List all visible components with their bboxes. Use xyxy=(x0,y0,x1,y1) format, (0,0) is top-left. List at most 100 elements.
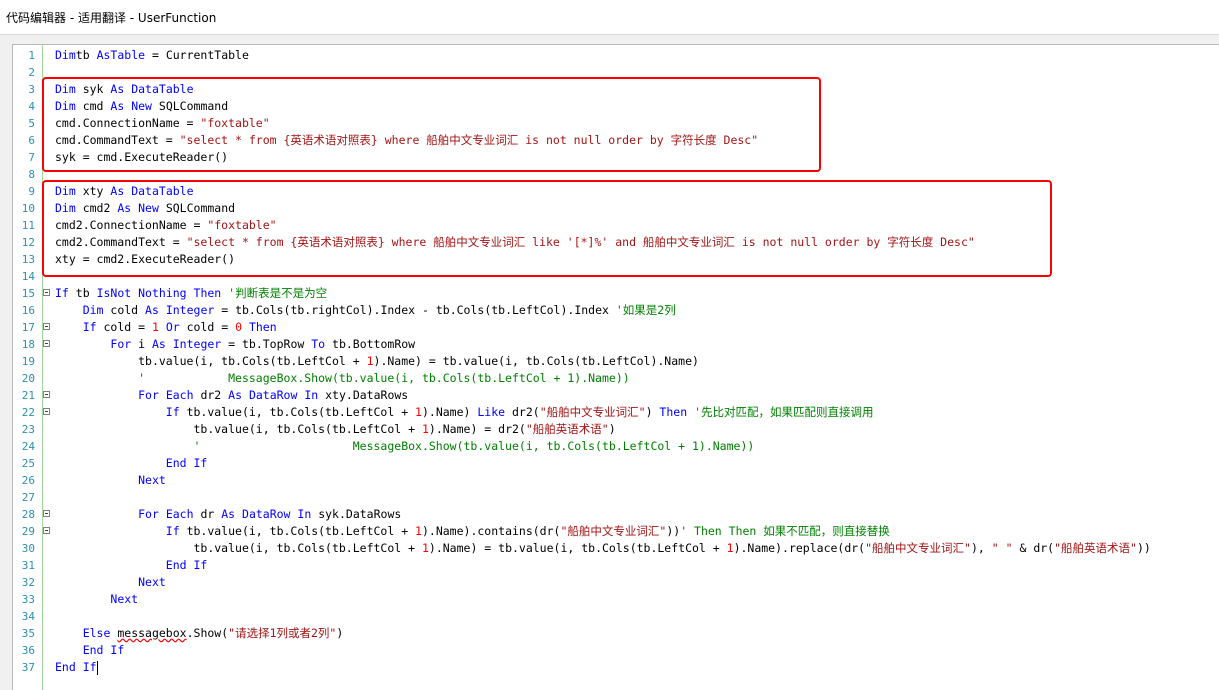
code-text: If tb.value(i, tb.Cols(tb.LeftCol + 1).N… xyxy=(55,404,874,421)
line-number: 7 xyxy=(28,151,35,164)
keyword-token: Each xyxy=(165,507,194,521)
code-line[interactable]: 13 xty = cmd2.ExecuteReader() xyxy=(13,251,1219,268)
code-line[interactable]: 12 cmd2.CommandText = "select * from {英语术… xyxy=(13,234,1219,251)
keyword-token: IsNot xyxy=(96,286,132,300)
code-token: = CurrentTable xyxy=(145,48,249,62)
code-line[interactable]: 9 Dim xty As DataTable xyxy=(13,183,1219,200)
collapse-toggle-icon[interactable] xyxy=(43,323,50,330)
code-text: Dim xty As DataTable xyxy=(55,183,194,200)
collapse-toggle-icon[interactable] xyxy=(43,527,50,534)
line-number: 32 xyxy=(21,576,35,589)
line-number: 1 xyxy=(28,49,35,62)
line-number: 19 xyxy=(21,355,35,368)
code-line[interactable]: 6 cmd.CommandText = "select * from {英语术语对… xyxy=(13,132,1219,149)
error-token: messagebox xyxy=(117,626,187,640)
code-line[interactable]: 35 Else messagebox.Show("请选择1列或者2列") xyxy=(13,625,1219,642)
string-token: "船舶中文专业词汇" xyxy=(865,541,971,555)
code-line[interactable]: 29 If tb.value(i, tb.Cols(tb.LeftCol + 1… xyxy=(13,523,1219,540)
keyword-token: In xyxy=(304,388,319,402)
collapse-toggle-icon[interactable] xyxy=(43,391,50,398)
collapse-toggle-icon[interactable] xyxy=(43,510,50,517)
text-caret xyxy=(96,660,98,675)
code-line[interactable]: 24 ' MessageBox.Show(tb.value(i, tb.Cols… xyxy=(13,438,1219,455)
code-token: cold = xyxy=(179,320,236,334)
keyword-token: Dim xyxy=(82,303,104,317)
number-token: 1 xyxy=(726,541,734,555)
code-text: syk = cmd.ExecuteReader() xyxy=(55,149,228,166)
collapse-toggle-icon[interactable] xyxy=(43,289,50,296)
line-number: 31 xyxy=(21,559,35,572)
code-line[interactable]: 30 tb.value(i, tb.Cols(tb.LeftCol + 1).N… xyxy=(13,540,1219,557)
code-line[interactable]: 18 For i As Integer = tb.TopRow To tb.Bo… xyxy=(13,336,1219,353)
code-line[interactable]: 25 End If xyxy=(13,455,1219,472)
code-line[interactable]: 2 xyxy=(13,64,1219,81)
line-number: 25 xyxy=(21,457,35,470)
code-token: ) xyxy=(608,422,616,436)
code-text: cmd2.CommandText = "select * from {英语术语对… xyxy=(55,234,975,251)
code-line[interactable]: 22 If tb.value(i, tb.Cols(tb.LeftCol + 1… xyxy=(13,404,1219,421)
code-line[interactable]: 34 xyxy=(13,608,1219,625)
code-token: cmd.CommandText = xyxy=(55,133,180,147)
collapse-toggle-icon[interactable] xyxy=(43,340,50,347)
code-text: tb.value(i, tb.Cols(tb.LeftCol + 1).Name… xyxy=(55,421,616,438)
code-line[interactable]: 7 syk = cmd.ExecuteReader() xyxy=(13,149,1219,166)
code-line[interactable]: 28 For Each dr As DataRow In syk.DataRow… xyxy=(13,506,1219,523)
code-token: tb.value(i, tb.Cols(tb.LeftCol + xyxy=(193,541,422,555)
keyword-token: As xyxy=(145,303,159,317)
code-text: ' MessageBox.Show(tb.value(i, tb.Cols(tb… xyxy=(55,438,754,455)
code-line[interactable]: 17 If cold = 1 Or cold = 0 Then xyxy=(13,319,1219,336)
keyword-token: End If xyxy=(82,643,125,657)
title-bar: 代码编辑器 - 适用翻译 - UserFunction xyxy=(0,0,1219,35)
line-number: 9 xyxy=(28,185,35,198)
code-line[interactable]: 11 cmd2.ConnectionName = "foxtable" xyxy=(13,217,1219,234)
code-line[interactable]: 3 Dim syk As DataTable xyxy=(13,81,1219,98)
code-line[interactable]: 14 xyxy=(13,268,1219,285)
code-line[interactable]: 26 Next xyxy=(13,472,1219,489)
code-token: tb xyxy=(75,48,97,62)
string-token: "船舶中文专业词汇" xyxy=(560,524,667,538)
collapse-toggle-icon[interactable] xyxy=(43,408,50,415)
string-token: "船舶英语术语" xyxy=(525,422,609,436)
code-line[interactable]: 16 Dim cold As Integer = tb.Cols(tb.righ… xyxy=(13,302,1219,319)
code-editor[interactable]: 1 Dimtb AsTable = CurrentTable 2 3 Dim syk A… xyxy=(13,45,1219,690)
line-number: 11 xyxy=(21,219,35,232)
code-line[interactable]: 27 xyxy=(13,489,1219,506)
code-line[interactable]: 19 tb.value(i, tb.Cols(tb.LeftCol + 1).N… xyxy=(13,353,1219,370)
code-line[interactable]: 8 xyxy=(13,166,1219,183)
code-token: = tb.TopRow xyxy=(221,337,312,351)
code-line[interactable]: 31 End If xyxy=(13,557,1219,574)
code-line[interactable]: 32 Next xyxy=(13,574,1219,591)
keyword-token: As xyxy=(117,201,132,215)
code-token: xty xyxy=(75,184,111,198)
code-text: For i As Integer = tb.TopRow To tb.Botto… xyxy=(55,336,415,353)
code-line[interactable]: 36 End If xyxy=(13,642,1219,659)
code-token: xty = cmd2.ExecuteReader() xyxy=(55,252,236,266)
line-number: 14 xyxy=(21,270,35,283)
code-line[interactable]: 1 Dimtb AsTable = CurrentTable xyxy=(13,47,1219,64)
code-line[interactable]: 33 Next xyxy=(13,591,1219,608)
keyword-token: Nothing xyxy=(138,286,187,300)
code-line[interactable]: 21 For Each dr2 As DataRow In xty.DataRo… xyxy=(13,387,1219,404)
code-line[interactable]: 5 cmd.ConnectionName = "foxtable" xyxy=(13,115,1219,132)
number-token: 1 xyxy=(415,524,422,538)
string-token: "船舶中文专业词汇" xyxy=(539,405,646,419)
keyword-token: As xyxy=(151,337,166,351)
code-line[interactable]: 37 End If xyxy=(13,659,1219,676)
code-line[interactable]: 10 Dim cmd2 As New SQLCommand xyxy=(13,200,1219,217)
code-line[interactable]: 15 If tb IsNot Nothing Then '判断表是不是为空 xyxy=(13,285,1219,302)
keyword-token: Each xyxy=(165,388,194,402)
keyword-token: Dim xyxy=(55,201,76,215)
code-token: cmd2.ConnectionName = xyxy=(55,218,208,232)
keyword-token: If xyxy=(165,524,180,538)
code-token: tb.value(i, tb.Cols(tb.LeftCol + xyxy=(138,354,367,368)
code-line[interactable]: 20 ' MessageBox.Show(tb.value(i, tb.Cols… xyxy=(13,370,1219,387)
code-editor-frame[interactable]: 1 Dimtb AsTable = CurrentTable 2 3 Dim syk A… xyxy=(12,44,1219,690)
code-line[interactable]: 4 Dim cmd As New SQLCommand xyxy=(13,98,1219,115)
line-number: 5 xyxy=(28,117,35,130)
code-line[interactable]: 23 tb.value(i, tb.Cols(tb.LeftCol + 1).N… xyxy=(13,421,1219,438)
code-text: cmd.CommandText = "select * from {英语术语对照… xyxy=(55,132,758,149)
line-number: 37 xyxy=(21,661,35,674)
code-token: cmd.ConnectionName = xyxy=(55,116,201,130)
